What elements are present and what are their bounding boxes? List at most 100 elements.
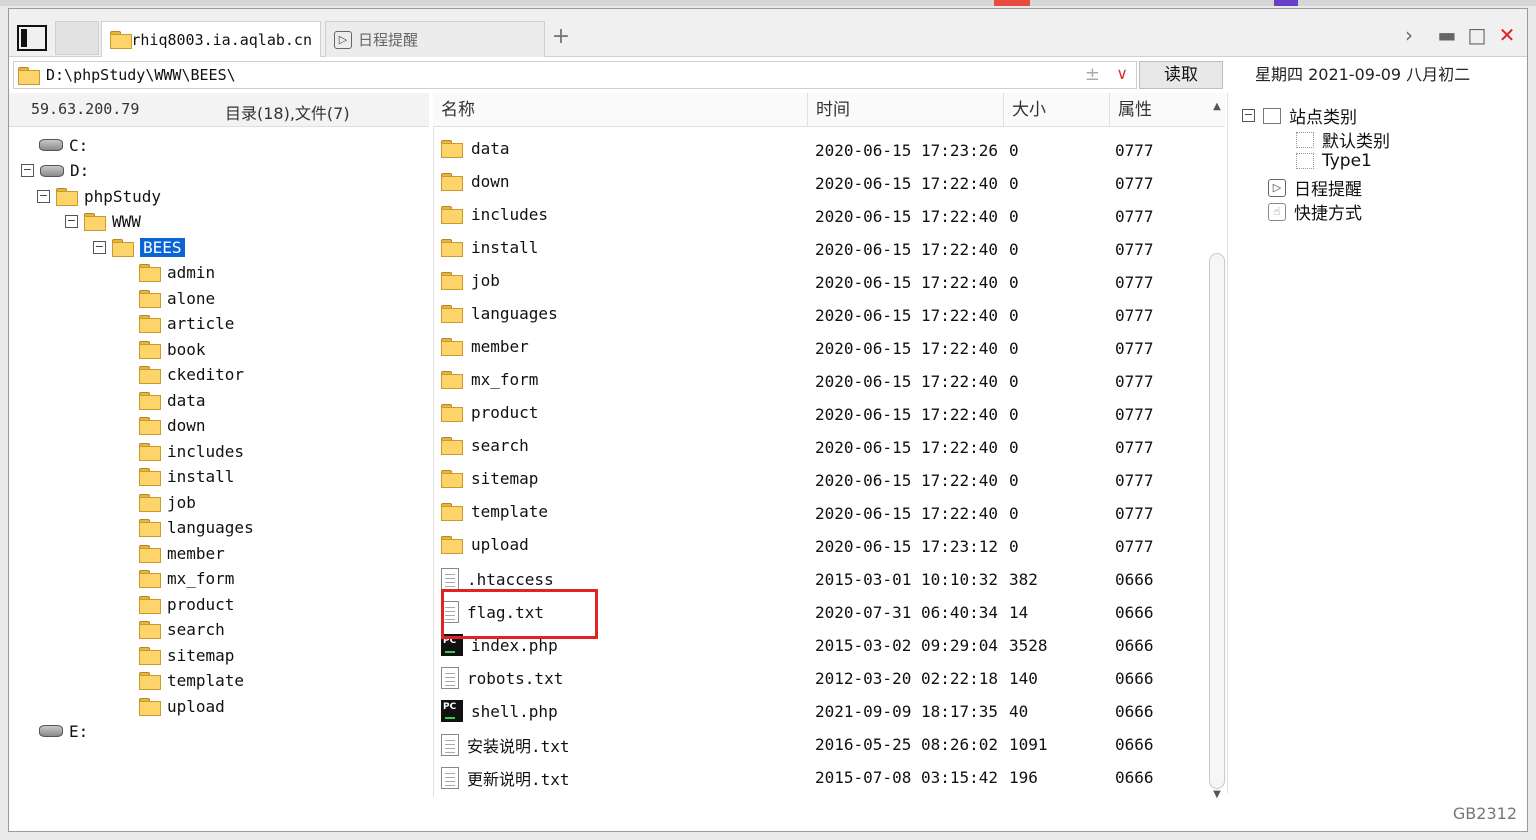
chevron-right-icon[interactable]: › [1397, 23, 1421, 47]
column-header-size[interactable]: 大小 [1003, 93, 1109, 127]
file-attr: 0777 [1115, 504, 1154, 523]
tree-item[interactable]: product [139, 592, 234, 616]
site-category-item[interactable]: ☝ 快捷方式 [1268, 199, 1362, 224]
tree-item[interactable]: upload [139, 694, 225, 718]
folder-icon [441, 140, 463, 158]
tree-item[interactable]: mx_form [139, 567, 234, 591]
file-list-scrollbar[interactable]: ▲ ▼ [1209, 101, 1225, 801]
tree-item[interactable]: template [139, 669, 244, 693]
tree-item[interactable]: member [139, 541, 225, 565]
collapse-icon[interactable]: − [65, 215, 78, 228]
file-row[interactable]: install 2020-06-15 17:22:40 0 0777 [433, 234, 1213, 267]
address-bar[interactable]: D:\phpStudy\WWW\BEES\ ± ∨ [13, 61, 1137, 89]
tree-item[interactable]: − phpStudy [37, 184, 161, 208]
file-name-cell: job [441, 271, 500, 290]
file-name-cell: includes [441, 205, 548, 224]
folder-icon [441, 371, 463, 389]
column-header-attr[interactable]: 属性 [1109, 93, 1213, 127]
file-name-cell: robots.txt [441, 667, 563, 689]
tree-item[interactable]: book [139, 337, 206, 361]
file-row[interactable]: data 2020-06-15 17:23:26 0 0777 [433, 135, 1213, 168]
chevron-down-icon[interactable]: ∨ [1116, 64, 1128, 83]
file-row[interactable]: down 2020-06-15 17:22:40 0 0777 [433, 168, 1213, 201]
read-button[interactable]: 读取 [1139, 61, 1223, 89]
file-size: 0 [1009, 273, 1019, 292]
file-attr: 0777 [1115, 141, 1154, 160]
file-row[interactable]: 更新说明.txt 2015-07-08 03:15:42 196 0666 [433, 762, 1213, 795]
scroll-thumb[interactable] [1209, 253, 1225, 789]
file-row[interactable]: sitemap 2020-06-15 17:22:40 0 0777 [433, 465, 1213, 498]
file-size: 0 [1009, 141, 1019, 160]
file-time: 2020-06-15 17:23:12 [815, 537, 999, 556]
site-category-item[interactable]: Type1 [1296, 151, 1372, 171]
file-row[interactable]: member 2020-06-15 17:22:40 0 0777 [433, 333, 1213, 366]
tree-item[interactable]: search [139, 618, 225, 642]
tree-item[interactable]: down [139, 414, 206, 438]
folder-icon [441, 239, 463, 257]
collapse-icon[interactable]: − [21, 164, 34, 177]
column-header-name[interactable]: 名称 [433, 93, 807, 127]
tree-item[interactable]: C: [39, 133, 88, 157]
file-row[interactable]: upload 2020-06-15 17:23:12 0 0777 [433, 531, 1213, 564]
file-row[interactable]: mx_form 2020-06-15 17:22:40 0 0777 [433, 366, 1213, 399]
file-attr: 0777 [1115, 339, 1154, 358]
tree-item[interactable]: article [139, 312, 234, 336]
file-row[interactable]: robots.txt 2012-03-20 02:22:18 140 0666 [433, 663, 1213, 696]
dotted-box-icon [1296, 153, 1314, 169]
add-tab-button[interactable]: + [551, 26, 571, 48]
site-category-item[interactable]: 默认类别 [1296, 127, 1390, 152]
file-row[interactable]: PC shell.php 2021-09-09 18:17:35 40 0666 [433, 696, 1213, 729]
folder-icon [139, 544, 161, 563]
plus-minus-icon[interactable]: ± [1085, 64, 1100, 85]
tree-item[interactable]: − WWW [65, 210, 141, 234]
file-name: down [471, 172, 510, 191]
file-name-cell: data [441, 139, 510, 158]
tree-item[interactable]: ckeditor [139, 363, 244, 387]
file-row[interactable]: 安装说明.txt 2016-05-25 08:26:02 1091 0666 [433, 729, 1213, 762]
scroll-down-icon[interactable]: ▼ [1211, 789, 1223, 801]
tree-item[interactable]: languages [139, 516, 254, 540]
scroll-up-icon[interactable]: ▲ [1211, 101, 1223, 113]
file-attr: 0666 [1115, 702, 1154, 721]
tab-site[interactable]: rhiq8003.ia.aqlab.cn [101, 21, 321, 57]
tree-item-label: C: [69, 135, 89, 155]
tree-item[interactable]: E: [39, 719, 88, 743]
file-row[interactable]: product 2020-06-15 17:22:40 0 0777 [433, 399, 1213, 432]
file-attr: 0777 [1115, 372, 1154, 391]
tree-item[interactable]: job [139, 490, 196, 514]
folder-icon [139, 519, 161, 537]
file-manager-window: rhiq8003.ia.aqlab.cn ▷ 日程提醒 + › ▬ □ ✕ D:… [8, 8, 1528, 832]
tree-item[interactable]: includes [139, 439, 244, 463]
file-size: 0 [1009, 207, 1019, 226]
file-row[interactable]: job 2020-06-15 17:22:40 0 0777 [433, 267, 1213, 300]
tree-item[interactable]: admin [139, 261, 215, 285]
file-row[interactable]: search 2020-06-15 17:22:40 0 0777 [433, 432, 1213, 465]
tree-item[interactable]: install [139, 465, 234, 489]
file-time: 2020-06-15 17:23:26 [815, 141, 999, 160]
background-tag-red [994, 0, 1030, 6]
column-header-time[interactable]: 时间 [807, 93, 1003, 127]
tree-item[interactable]: − BEES [93, 235, 185, 259]
file-attr: 0777 [1115, 537, 1154, 556]
blank-tab[interactable] [55, 21, 99, 55]
tree-item[interactable]: − D: [21, 159, 89, 183]
collapse-icon[interactable]: − [37, 189, 50, 203]
panel-toggle-button[interactable] [17, 25, 47, 51]
tab-schedule[interactable]: ▷ 日程提醒 [325, 21, 545, 57]
site-category-item[interactable]: − 站点类别 [1242, 103, 1357, 128]
text-file-icon [441, 568, 459, 590]
maximize-button[interactable]: □ [1465, 23, 1489, 47]
file-row[interactable]: languages 2020-06-15 17:22:40 0 0777 [433, 300, 1213, 333]
site-category-item[interactable]: ▷ 日程提醒 [1268, 175, 1362, 200]
tree-item[interactable]: data [139, 388, 206, 412]
close-button[interactable]: ✕ [1495, 23, 1519, 47]
minimize-button[interactable]: ▬ [1435, 23, 1459, 47]
tree-item[interactable]: alone [139, 286, 215, 310]
folder-icon [139, 442, 161, 461]
collapse-icon[interactable]: − [1242, 109, 1255, 122]
collapse-icon[interactable]: − [93, 240, 106, 254]
file-row[interactable]: template 2020-06-15 17:22:40 0 0777 [433, 498, 1213, 531]
file-row[interactable]: includes 2020-06-15 17:22:40 0 0777 [433, 201, 1213, 234]
site-category-label: 日程提醒 [1294, 180, 1362, 200]
tree-item[interactable]: sitemap [139, 643, 234, 667]
